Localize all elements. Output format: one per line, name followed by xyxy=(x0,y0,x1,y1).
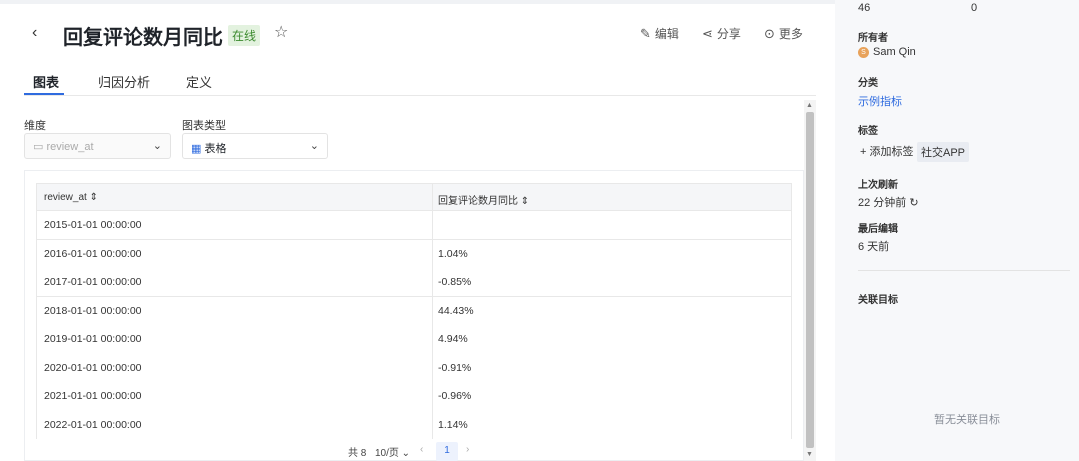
cell-date: 2017-01-01 00:00:00 xyxy=(44,276,142,288)
tab-attribution[interactable]: 归因分析 xyxy=(98,72,150,91)
more-icon: ⊙ xyxy=(764,26,775,41)
table-row: 2017-01-01 00:00:00 -0.85% xyxy=(36,268,792,297)
chart-type-select[interactable]: ▦ 表格 ⌄ xyxy=(182,133,328,159)
table-header: review_at ⇕ 回复评论数月同比 ⇕ xyxy=(36,183,792,211)
pagination-total: 共 8 xyxy=(348,448,367,459)
page-number[interactable]: 1 xyxy=(436,442,458,461)
calendar-icon: ▭ xyxy=(33,141,47,153)
cell-value: 4.94% xyxy=(438,333,468,345)
table-icon: ▦ xyxy=(191,143,205,155)
column-divider xyxy=(432,410,433,439)
tab-chart[interactable]: 图表 xyxy=(33,72,59,91)
table-row: 2016-01-01 00:00:00 1.04% xyxy=(36,239,792,268)
tags-label: 标签 xyxy=(858,126,878,137)
owner[interactable]: S Sam Qin xyxy=(858,46,916,58)
column-divider xyxy=(432,296,433,325)
prev-page-icon[interactable]: ‹ xyxy=(420,444,423,455)
share-label: 分享 xyxy=(716,27,741,41)
last-update-label: 上次刷新 xyxy=(858,180,898,191)
info-sidebar: 46 0 所有者 S Sam Qin 分类 示例指标 标签 + 添加标签 社交AP… xyxy=(835,0,1079,461)
share-icon: ⋖ xyxy=(702,26,713,41)
dimension-label: 维度 xyxy=(24,120,46,132)
column-header-review-at[interactable]: review_at ⇕ xyxy=(44,192,98,203)
table-body: 2015-01-01 00:00:00 2016-01-01 00:00:00 1.… xyxy=(36,211,792,439)
share-button[interactable]: ⋖ 分享 xyxy=(702,25,741,42)
table-row: 2021-01-01 00:00:00 -0.96% xyxy=(36,382,792,411)
sort-icon[interactable]: ⇕ xyxy=(90,192,98,203)
stat-value-right: 0 xyxy=(971,2,978,14)
sort-icon[interactable]: ⇕ xyxy=(521,196,529,207)
owner-label: 所有者 xyxy=(858,33,888,44)
page-title: 回复评论数月同比 xyxy=(63,27,223,49)
table-row: 2019-01-01 00:00:00 4.94% xyxy=(36,325,792,354)
refresh-icon[interactable]: ↻ xyxy=(909,197,918,209)
tab-bar: 图表 归因分析 定义 xyxy=(24,70,816,96)
cell-date: 2020-01-01 00:00:00 xyxy=(44,361,142,374)
status-badge: 在线 xyxy=(228,25,261,46)
chart-type-value: ▦ 表格 xyxy=(191,143,227,155)
chevron-down-icon: ⌄ xyxy=(309,140,319,152)
category-label: 分类 xyxy=(858,78,878,89)
avatar: S xyxy=(858,46,869,58)
empty-state: 暂无关联目标 xyxy=(934,414,1000,426)
next-page-icon[interactable]: › xyxy=(466,444,469,455)
main-panel: ‹ 回复评论数月同比 在线 ☆ ✎ 编辑 ⋖ 分享 ⊙ 更多 图表 归因分析 定义 维… xyxy=(0,0,835,461)
cell-date: 2015-01-01 00:00:00 xyxy=(44,219,142,231)
dimension-placeholder: ▭ review_at xyxy=(33,141,94,153)
column-divider xyxy=(432,325,433,354)
data-table: review_at ⇕ 回复评论数月同比 ⇕ 2015-01-01 00:00:… xyxy=(36,183,792,439)
column-divider xyxy=(432,382,433,411)
table-row: 2022-01-01 00:00:00 1.14% xyxy=(36,410,792,439)
page-size-select[interactable]: 10/页 ⌄ xyxy=(375,444,410,459)
cell-date: 2019-01-01 00:00:00 xyxy=(44,333,142,345)
table-row: 2015-01-01 00:00:00 xyxy=(36,211,792,240)
cell-date: 2016-01-01 00:00:00 xyxy=(44,247,142,260)
tag-chip[interactable]: 社交APP xyxy=(917,142,970,162)
more-button[interactable]: ⊙ 更多 xyxy=(764,25,803,42)
stat-value-left: 46 xyxy=(858,2,871,14)
cell-date: 2021-01-01 00:00:00 xyxy=(44,390,142,402)
cell-date: 2022-01-01 00:00:00 xyxy=(44,418,142,431)
back-icon[interactable]: ‹ xyxy=(32,24,37,42)
pencil-icon: ✎ xyxy=(640,26,651,41)
last-edit-value: 6 天前 xyxy=(858,241,890,253)
tab-definition[interactable]: 定义 xyxy=(186,72,212,91)
column-divider xyxy=(432,239,433,268)
edit-label: 编辑 xyxy=(654,27,679,41)
owner-name: Sam Qin xyxy=(873,46,916,58)
scroll-up-icon[interactable]: ▲ xyxy=(806,102,813,109)
cell-value: 44.43% xyxy=(438,304,474,317)
cell-value: -0.85% xyxy=(438,276,472,288)
last-update: 22 分钟前 ↻ xyxy=(858,197,919,209)
column-header-metric[interactable]: 回复评论数月同比 ⇕ xyxy=(438,192,529,207)
more-label: 更多 xyxy=(778,27,803,41)
chevron-down-icon: ⌄ xyxy=(152,140,162,152)
category-link[interactable]: 示例指标 xyxy=(858,93,902,109)
column-divider xyxy=(432,184,433,210)
cell-date: 2018-01-01 00:00:00 xyxy=(44,304,142,317)
dimension-select[interactable]: ▭ review_at ⌄ xyxy=(24,133,171,159)
column-divider xyxy=(432,211,433,239)
edit-button[interactable]: ✎ 编辑 xyxy=(640,25,679,42)
add-tag-button[interactable]: + 添加标签 xyxy=(860,143,913,159)
cell-value: -0.96% xyxy=(438,390,472,402)
table-row: 2018-01-01 00:00:00 44.43% xyxy=(36,296,792,325)
top-strip xyxy=(0,0,835,4)
column-divider xyxy=(432,268,433,296)
scroll-down-icon[interactable]: ▼ xyxy=(806,451,813,458)
cell-value: 1.04% xyxy=(438,247,468,260)
table-row: 2020-01-01 00:00:00 -0.91% xyxy=(36,353,792,382)
page-header: ‹ 回复评论数月同比 在线 ☆ ✎ 编辑 ⋖ 分享 ⊙ 更多 xyxy=(0,14,835,54)
scrollbar[interactable]: ▲ ▼ xyxy=(804,100,816,461)
column-divider xyxy=(432,353,433,382)
star-icon[interactable]: ☆ xyxy=(274,22,288,42)
last-edit-label: 最后编辑 xyxy=(858,224,898,235)
sidebar-divider xyxy=(858,270,1070,271)
cell-value: -0.91% xyxy=(438,361,472,374)
chart-type-label: 图表类型 xyxy=(182,120,226,132)
related-label: 关联目标 xyxy=(858,295,898,306)
scrollbar-thumb[interactable] xyxy=(806,112,814,448)
cell-value: 1.14% xyxy=(438,418,468,431)
active-tab-indicator xyxy=(24,93,64,95)
